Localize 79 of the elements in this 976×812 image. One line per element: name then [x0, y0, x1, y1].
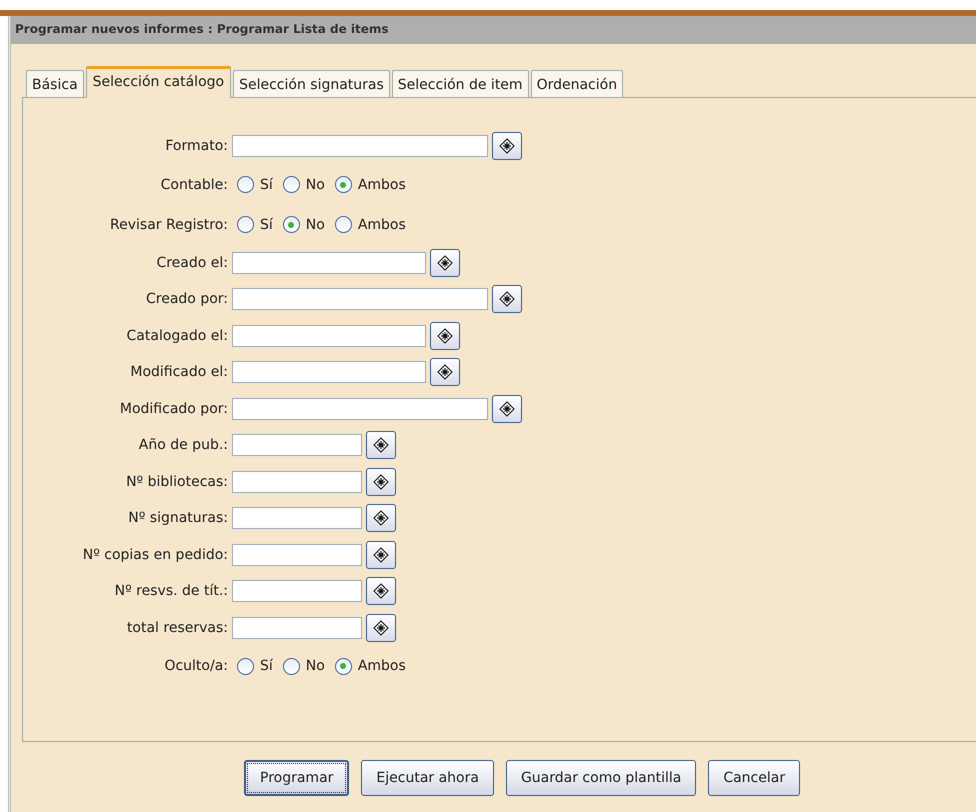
input-field[interactable]	[232, 580, 362, 602]
input-field[interactable]	[232, 324, 426, 347]
field-label: Nº bibliotecas:	[125, 474, 229, 490]
radio-button[interactable]	[237, 176, 254, 193]
field-label: Nº copias en pedido:	[82, 546, 229, 563]
input-field[interactable]	[232, 252, 426, 274]
diamond-star-icon	[437, 364, 453, 380]
lookup-button[interactable]	[366, 468, 396, 496]
radio-label[interactable]: No	[306, 216, 325, 232]
diamond-star-icon	[373, 546, 389, 563]
diamond-star-icon	[499, 400, 515, 417]
field-label: Nº resvs. de tít.:	[114, 583, 229, 600]
diamond-star-icon	[437, 254, 453, 271]
lookup-button[interactable]	[430, 248, 460, 277]
lookup-button[interactable]	[366, 614, 396, 642]
action-button[interactable]: Ejecutar ahora	[361, 760, 494, 796]
radio-button[interactable]	[334, 216, 352, 233]
input-field[interactable]	[232, 616, 362, 639]
field-label: Modificado por:	[118, 400, 229, 417]
radio-label[interactable]: No	[306, 658, 325, 674]
lookup-button[interactable]	[492, 285, 522, 314]
radio-label[interactable]: Sí	[260, 176, 273, 192]
diamond-star-icon	[373, 620, 389, 636]
lookup-button[interactable]	[492, 394, 522, 423]
tab[interactable]: Básica	[26, 70, 84, 97]
radio-button[interactable]	[282, 176, 300, 193]
lookup-button[interactable]	[492, 132, 522, 160]
input-field[interactable]	[232, 398, 488, 420]
radio-label[interactable]: Ambos	[358, 176, 406, 192]
field-label: Formato:	[164, 138, 229, 154]
field-label: Contable:	[160, 176, 229, 192]
lookup-button[interactable]	[366, 577, 396, 606]
input-field[interactable]	[232, 288, 488, 310]
radio-label[interactable]: No	[306, 176, 325, 192]
radio-label[interactable]: Sí	[260, 216, 273, 232]
tab[interactable]: Selección catálogo	[86, 66, 232, 98]
field-label: Año de pub.:	[138, 437, 229, 454]
input-field[interactable]	[232, 135, 488, 158]
lookup-button[interactable]	[366, 540, 396, 569]
field-label: Catalogado el:	[126, 328, 229, 344]
action-button[interactable]: Guardar como plantilla	[506, 760, 696, 796]
diamond-star-icon	[499, 291, 515, 308]
tab[interactable]: Selección signaturas	[233, 70, 390, 97]
input-field[interactable]	[232, 434, 362, 456]
lookup-button[interactable]	[430, 322, 460, 350]
radio-button[interactable]	[237, 658, 254, 674]
radio-label[interactable]: Ambos	[358, 216, 406, 232]
window-title: Programar nuevos informes : Programar Lista de items	[11, 16, 976, 44]
diamond-star-icon	[373, 437, 389, 454]
input-field[interactable]	[232, 544, 362, 566]
input-field[interactable]	[232, 507, 362, 530]
field-label: total reservas:	[126, 620, 229, 636]
field-label: Revisar Registro:	[109, 216, 229, 232]
input-field[interactable]	[232, 361, 426, 384]
field-label: Creado el:	[155, 254, 229, 271]
diamond-star-icon	[437, 328, 453, 344]
tab[interactable]: Selección de item	[392, 70, 529, 97]
diamond-star-icon	[373, 510, 389, 526]
diamond-star-icon	[373, 474, 389, 490]
radio-button[interactable]	[282, 216, 300, 233]
tab[interactable]: Ordenación	[530, 70, 624, 97]
lookup-button[interactable]	[366, 504, 396, 532]
radio-button[interactable]	[282, 658, 300, 674]
field-label: Creado por:	[145, 291, 229, 308]
action-button[interactable]: Programar	[244, 760, 350, 796]
radio-button[interactable]	[334, 176, 352, 193]
radio-label[interactable]: Sí	[260, 658, 273, 674]
field-label: Oculto/a:	[163, 658, 229, 674]
lookup-button[interactable]	[430, 358, 460, 386]
action-button[interactable]: Cancelar	[708, 760, 800, 796]
lookup-button[interactable]	[366, 431, 396, 460]
input-field[interactable]	[232, 470, 362, 493]
radio-button[interactable]	[334, 658, 352, 674]
radio-label[interactable]: Ambos	[358, 658, 406, 674]
radio-button[interactable]	[237, 216, 254, 233]
field-label: Modificado el:	[129, 364, 229, 380]
diamond-star-icon	[499, 138, 515, 154]
diamond-star-icon	[373, 583, 389, 600]
field-label: Nº signaturas:	[127, 510, 229, 526]
